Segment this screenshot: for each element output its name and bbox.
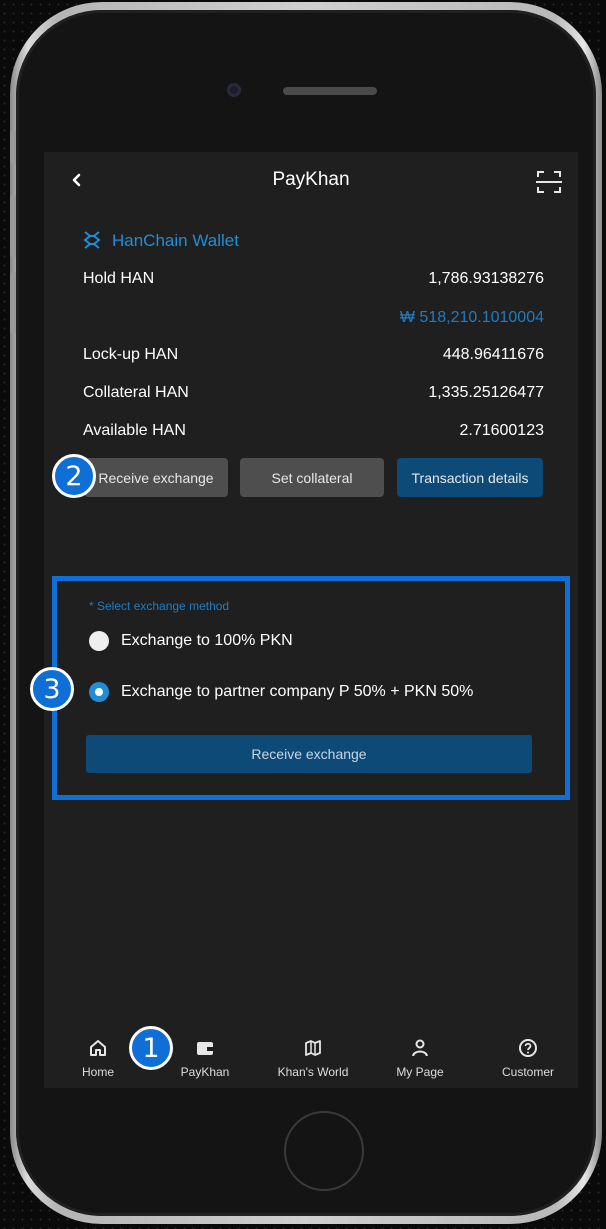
collateral-han-label: Collateral HAN xyxy=(83,384,189,401)
option-100-pkn[interactable]: Exchange to 100% PKN xyxy=(89,631,293,651)
receive-exchange-submit-button[interactable]: Receive exchange xyxy=(86,735,532,773)
callout-marker-1: 1 xyxy=(129,1026,173,1070)
tab-label: Home xyxy=(81,1065,114,1079)
radio-unselected-icon[interactable] xyxy=(89,631,109,651)
callout-marker-2: 2 xyxy=(52,454,96,498)
tab-khans-world[interactable]: Khan's World xyxy=(263,1038,363,1079)
transaction-details-button[interactable]: Transaction details xyxy=(397,458,543,497)
tab-label: PayKhan xyxy=(180,1065,230,1079)
exchange-method-hint: * Select exchange method xyxy=(89,599,230,613)
earpiece-speaker xyxy=(283,87,377,95)
hold-han-value: 1,786.93138276 xyxy=(428,270,544,287)
wallet-name: HanChain Wallet xyxy=(112,231,239,250)
lockup-han-label: Lock-up HAN xyxy=(83,346,179,363)
option-partner-50-pkn-50[interactable]: Exchange to partner company P 50% + PKN … xyxy=(89,682,473,702)
available-han-value: 2.71600123 xyxy=(459,422,544,439)
hold-krw-value: ₩ 518,210.1010004 xyxy=(399,309,544,326)
option-label: Exchange to partner company P 50% + PKN … xyxy=(121,683,474,700)
home-icon xyxy=(90,1040,106,1056)
tab-my-page[interactable]: My Page xyxy=(370,1038,470,1079)
app-screen: PayKhan HanChain Wallet Hold HAN 1,786.9… xyxy=(44,152,578,1088)
hold-han-label: Hold HAN xyxy=(83,270,155,287)
exchange-method-panel: * Select exchange method Exchange to 100… xyxy=(52,576,570,800)
map-icon xyxy=(305,1040,321,1056)
tab-label: Khan's World xyxy=(277,1065,349,1079)
front-camera xyxy=(227,83,241,97)
home-key[interactable] xyxy=(284,1111,364,1191)
tab-label: My Page xyxy=(396,1065,444,1079)
hanchain-logo-icon xyxy=(83,231,101,249)
wallet-title-row: HanChain Wallet xyxy=(82,230,239,252)
collateral-han-value: 1,335.25126477 xyxy=(428,384,544,401)
bottom-tab-bar: Home PayKhan Khan's World My Page Custom… xyxy=(44,1028,578,1088)
tab-customer[interactable]: Customer xyxy=(478,1038,578,1079)
qr-scan-icon[interactable] xyxy=(534,168,564,196)
available-han-label: Available HAN xyxy=(83,422,186,439)
set-collateral-button[interactable]: Set collateral xyxy=(240,458,384,497)
help-icon xyxy=(519,1039,537,1057)
receive-exchange-button[interactable]: Receive exchange xyxy=(84,458,228,497)
tab-label: Customer xyxy=(501,1065,554,1079)
person-icon xyxy=(412,1039,428,1057)
option-label: Exchange to 100% PKN xyxy=(121,632,293,649)
lockup-han-value: 448.96411676 xyxy=(442,346,544,363)
wallet-icon xyxy=(197,1042,213,1055)
callout-marker-3: 3 xyxy=(30,667,74,711)
page-title: PayKhan xyxy=(272,169,350,190)
radio-selected-icon[interactable] xyxy=(89,682,109,702)
